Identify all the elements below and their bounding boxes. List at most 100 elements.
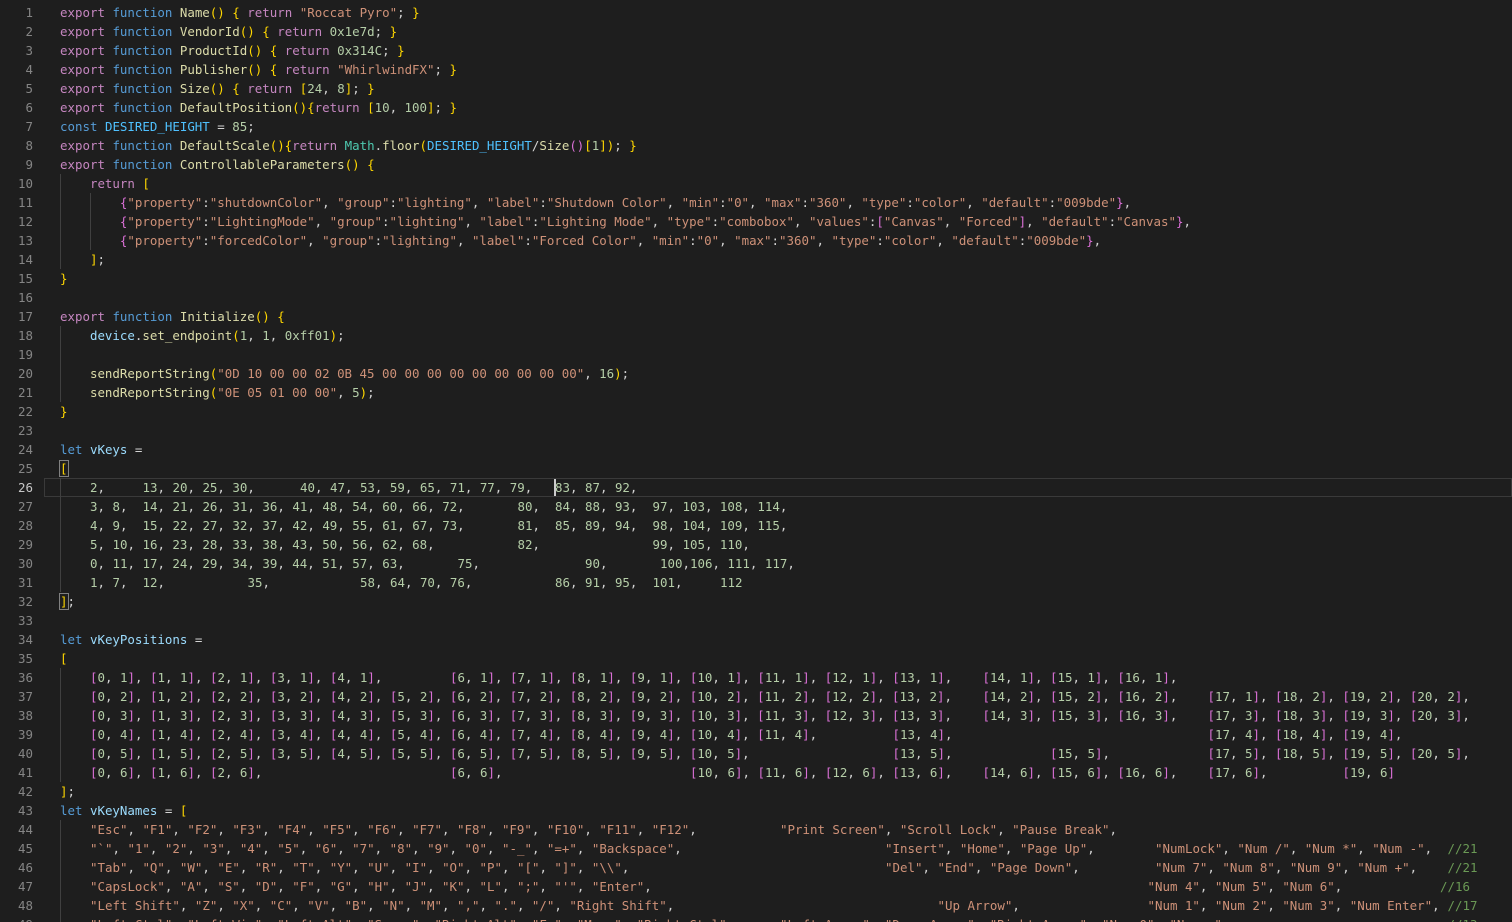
code-token: "0": [465, 841, 487, 856]
line-number[interactable]: 25: [0, 459, 33, 478]
code-line[interactable]: 19: [0, 345, 1512, 364]
line-number[interactable]: 20: [0, 364, 33, 383]
line-number[interactable]: 29: [0, 535, 33, 554]
code-line[interactable]: 41[0, 6], [1, 6], [2, 6],[6, 6],[10, 6],…: [0, 763, 1512, 782]
code-line[interactable]: 16: [0, 288, 1512, 307]
code-line[interactable]: 25[: [0, 459, 1512, 478]
line-number[interactable]: 28: [0, 516, 33, 535]
line-number[interactable]: 21: [0, 383, 33, 402]
line-number[interactable]: 33: [0, 611, 33, 630]
line-number[interactable]: 17: [0, 307, 33, 326]
line-number[interactable]: 8: [0, 136, 33, 155]
line-number[interactable]: 48: [0, 896, 33, 915]
line-number[interactable]: 16: [0, 288, 33, 307]
line-number[interactable]: 12: [0, 212, 33, 231]
code-line[interactable]: 32];: [0, 592, 1512, 611]
code-line[interactable]: 10 return [: [0, 174, 1512, 193]
code-line[interactable]: 23: [0, 421, 1512, 440]
line-number[interactable]: 10: [0, 174, 33, 193]
code-line[interactable]: 13 {"property":"forcedColor", "group":"l…: [0, 231, 1512, 250]
code-line[interactable]: 11 {"property":"shutdownColor", "group":…: [0, 193, 1512, 212]
line-number[interactable]: 13: [0, 231, 33, 250]
code-line[interactable]: 3export function ProductId() { return 0x…: [0, 41, 1512, 60]
code-line[interactable]: 38[0, 3], [1, 3], [2, 3], [3, 3], [4, 3]…: [0, 706, 1512, 725]
code-line[interactable]: 36[0, 1], [1, 1], [2, 1], [3, 1], [4, 1]…: [0, 668, 1512, 687]
code-line[interactable]: 295, 10, 16, 23, 28, 33, 38, 43, 50, 56,…: [0, 535, 1512, 554]
code-line[interactable]: 2export function VendorId() { return 0x1…: [0, 22, 1512, 41]
code-line[interactable]: 8export function DefaultScale(){return M…: [0, 136, 1512, 155]
line-number[interactable]: 11: [0, 193, 33, 212]
code-line[interactable]: 7const DESIRED_HEIGHT = 85;: [0, 117, 1512, 136]
code-line[interactable]: 37[0, 2], [1, 2], [2, 2], [3, 2], [4, 2]…: [0, 687, 1512, 706]
line-number[interactable]: 43: [0, 801, 33, 820]
line-number[interactable]: 32: [0, 592, 33, 611]
code-editor[interactable]: 1export function Name() { return "Roccat…: [0, 0, 1512, 922]
code-line[interactable]: 22}: [0, 402, 1512, 421]
code-line[interactable]: 14 ];: [0, 250, 1512, 269]
code-line[interactable]: 311, 7, 12,35,58, 64, 70, 76,86, 91, 95,…: [0, 573, 1512, 592]
code-line[interactable]: 12 {"property":"LightingMode", "group":"…: [0, 212, 1512, 231]
code-line[interactable]: 1export function Name() { return "Roccat…: [0, 3, 1512, 22]
code-line[interactable]: 44"Esc", "F1", "F2", "F3", "F4", "F5", "…: [0, 820, 1512, 839]
line-number[interactable]: 40: [0, 744, 33, 763]
line-number[interactable]: 38: [0, 706, 33, 725]
line-number[interactable]: 36: [0, 668, 33, 687]
code-line[interactable]: 284, 9,15, 22, 27, 32, 37, 42, 49, 55, 6…: [0, 516, 1512, 535]
line-number[interactable]: 37: [0, 687, 33, 706]
code-line[interactable]: 18 device.set_endpoint(1, 1, 0xff01);: [0, 326, 1512, 345]
line-number[interactable]: 44: [0, 820, 33, 839]
code-line[interactable]: 40[0, 5], [1, 5], [2, 5], [3, 5], [4, 5]…: [0, 744, 1512, 763]
line-number[interactable]: 24: [0, 440, 33, 459]
line-number[interactable]: 5: [0, 79, 33, 98]
code-line[interactable]: 6export function DefaultPosition(){retur…: [0, 98, 1512, 117]
line-number[interactable]: 30: [0, 554, 33, 573]
line-number[interactable]: 3: [0, 41, 33, 60]
line-number[interactable]: 46: [0, 858, 33, 877]
code-line[interactable]: 48"Left Shift", "Z", "X", "C", "V", "B",…: [0, 896, 1512, 915]
code-line[interactable]: 39[0, 4], [1, 4], [2, 4], [3, 4], [4, 4]…: [0, 725, 1512, 744]
code-line[interactable]: 34let vKeyPositions =: [0, 630, 1512, 649]
line-number[interactable]: 42: [0, 782, 33, 801]
code-line[interactable]: 273, 8,14, 21, 26, 31, 36, 41, 48, 54, 6…: [0, 497, 1512, 516]
code-line[interactable]: 49"Left Ctrl", "Left Win", "Left Alt", "…: [0, 915, 1512, 922]
code-line[interactable]: 47"CapsLock", "A", "S", "D", "F", "G", "…: [0, 877, 1512, 896]
code-line[interactable]: 17export function Initialize() {: [0, 307, 1512, 326]
code-line[interactable]: 4export function Publisher() { return "W…: [0, 60, 1512, 79]
line-number[interactable]: 34: [0, 630, 33, 649]
code-line[interactable]: 35[: [0, 649, 1512, 668]
code-line[interactable]: 20 sendReportString("0D 10 00 00 02 0B 4…: [0, 364, 1512, 383]
code-line[interactable]: 43let vKeyNames = [: [0, 801, 1512, 820]
line-number[interactable]: 2: [0, 22, 33, 41]
line-number[interactable]: 22: [0, 402, 33, 421]
line-number[interactable]: 18: [0, 326, 33, 345]
code-line[interactable]: 300, 11, 17, 24, 29, 34, 39, 44, 51, 57,…: [0, 554, 1512, 573]
line-number[interactable]: 14: [0, 250, 33, 269]
line-number[interactable]: 23: [0, 421, 33, 440]
line-number[interactable]: 47: [0, 877, 33, 896]
line-number[interactable]: 19: [0, 345, 33, 364]
code-line[interactable]: 5export function Size() { return [24, 8]…: [0, 79, 1512, 98]
code-line[interactable]: 9export function ControllableParameters(…: [0, 155, 1512, 174]
line-number[interactable]: 4: [0, 60, 33, 79]
line-number[interactable]: 45: [0, 839, 33, 858]
code-line[interactable]: 24let vKeys =: [0, 440, 1512, 459]
line-number[interactable]: 39: [0, 725, 33, 744]
line-number[interactable]: 26: [0, 478, 33, 497]
code-line[interactable]: 15}: [0, 269, 1512, 288]
code-line[interactable]: 33: [0, 611, 1512, 630]
line-number[interactable]: 6: [0, 98, 33, 117]
line-number[interactable]: 27: [0, 497, 33, 516]
code-line[interactable]: 262,13, 20, 25, 30,40, 47, 53, 59, 65, 7…: [0, 478, 1512, 497]
line-number[interactable]: 31: [0, 573, 33, 592]
line-number[interactable]: 7: [0, 117, 33, 136]
line-number[interactable]: 41: [0, 763, 33, 782]
code-line[interactable]: 46"Tab", "Q", "W", "E", "R", "T", "Y", "…: [0, 858, 1512, 877]
code-line[interactable]: 42];: [0, 782, 1512, 801]
line-number[interactable]: 49: [0, 915, 33, 922]
line-number[interactable]: 35: [0, 649, 33, 668]
line-number[interactable]: 1: [0, 3, 33, 22]
code-line[interactable]: 21 sendReportString("0E 05 01 00 00", 5)…: [0, 383, 1512, 402]
line-number[interactable]: 15: [0, 269, 33, 288]
line-number[interactable]: 9: [0, 155, 33, 174]
code-line[interactable]: 45"`", "1", "2", "3", "4", "5", "6", "7"…: [0, 839, 1512, 858]
